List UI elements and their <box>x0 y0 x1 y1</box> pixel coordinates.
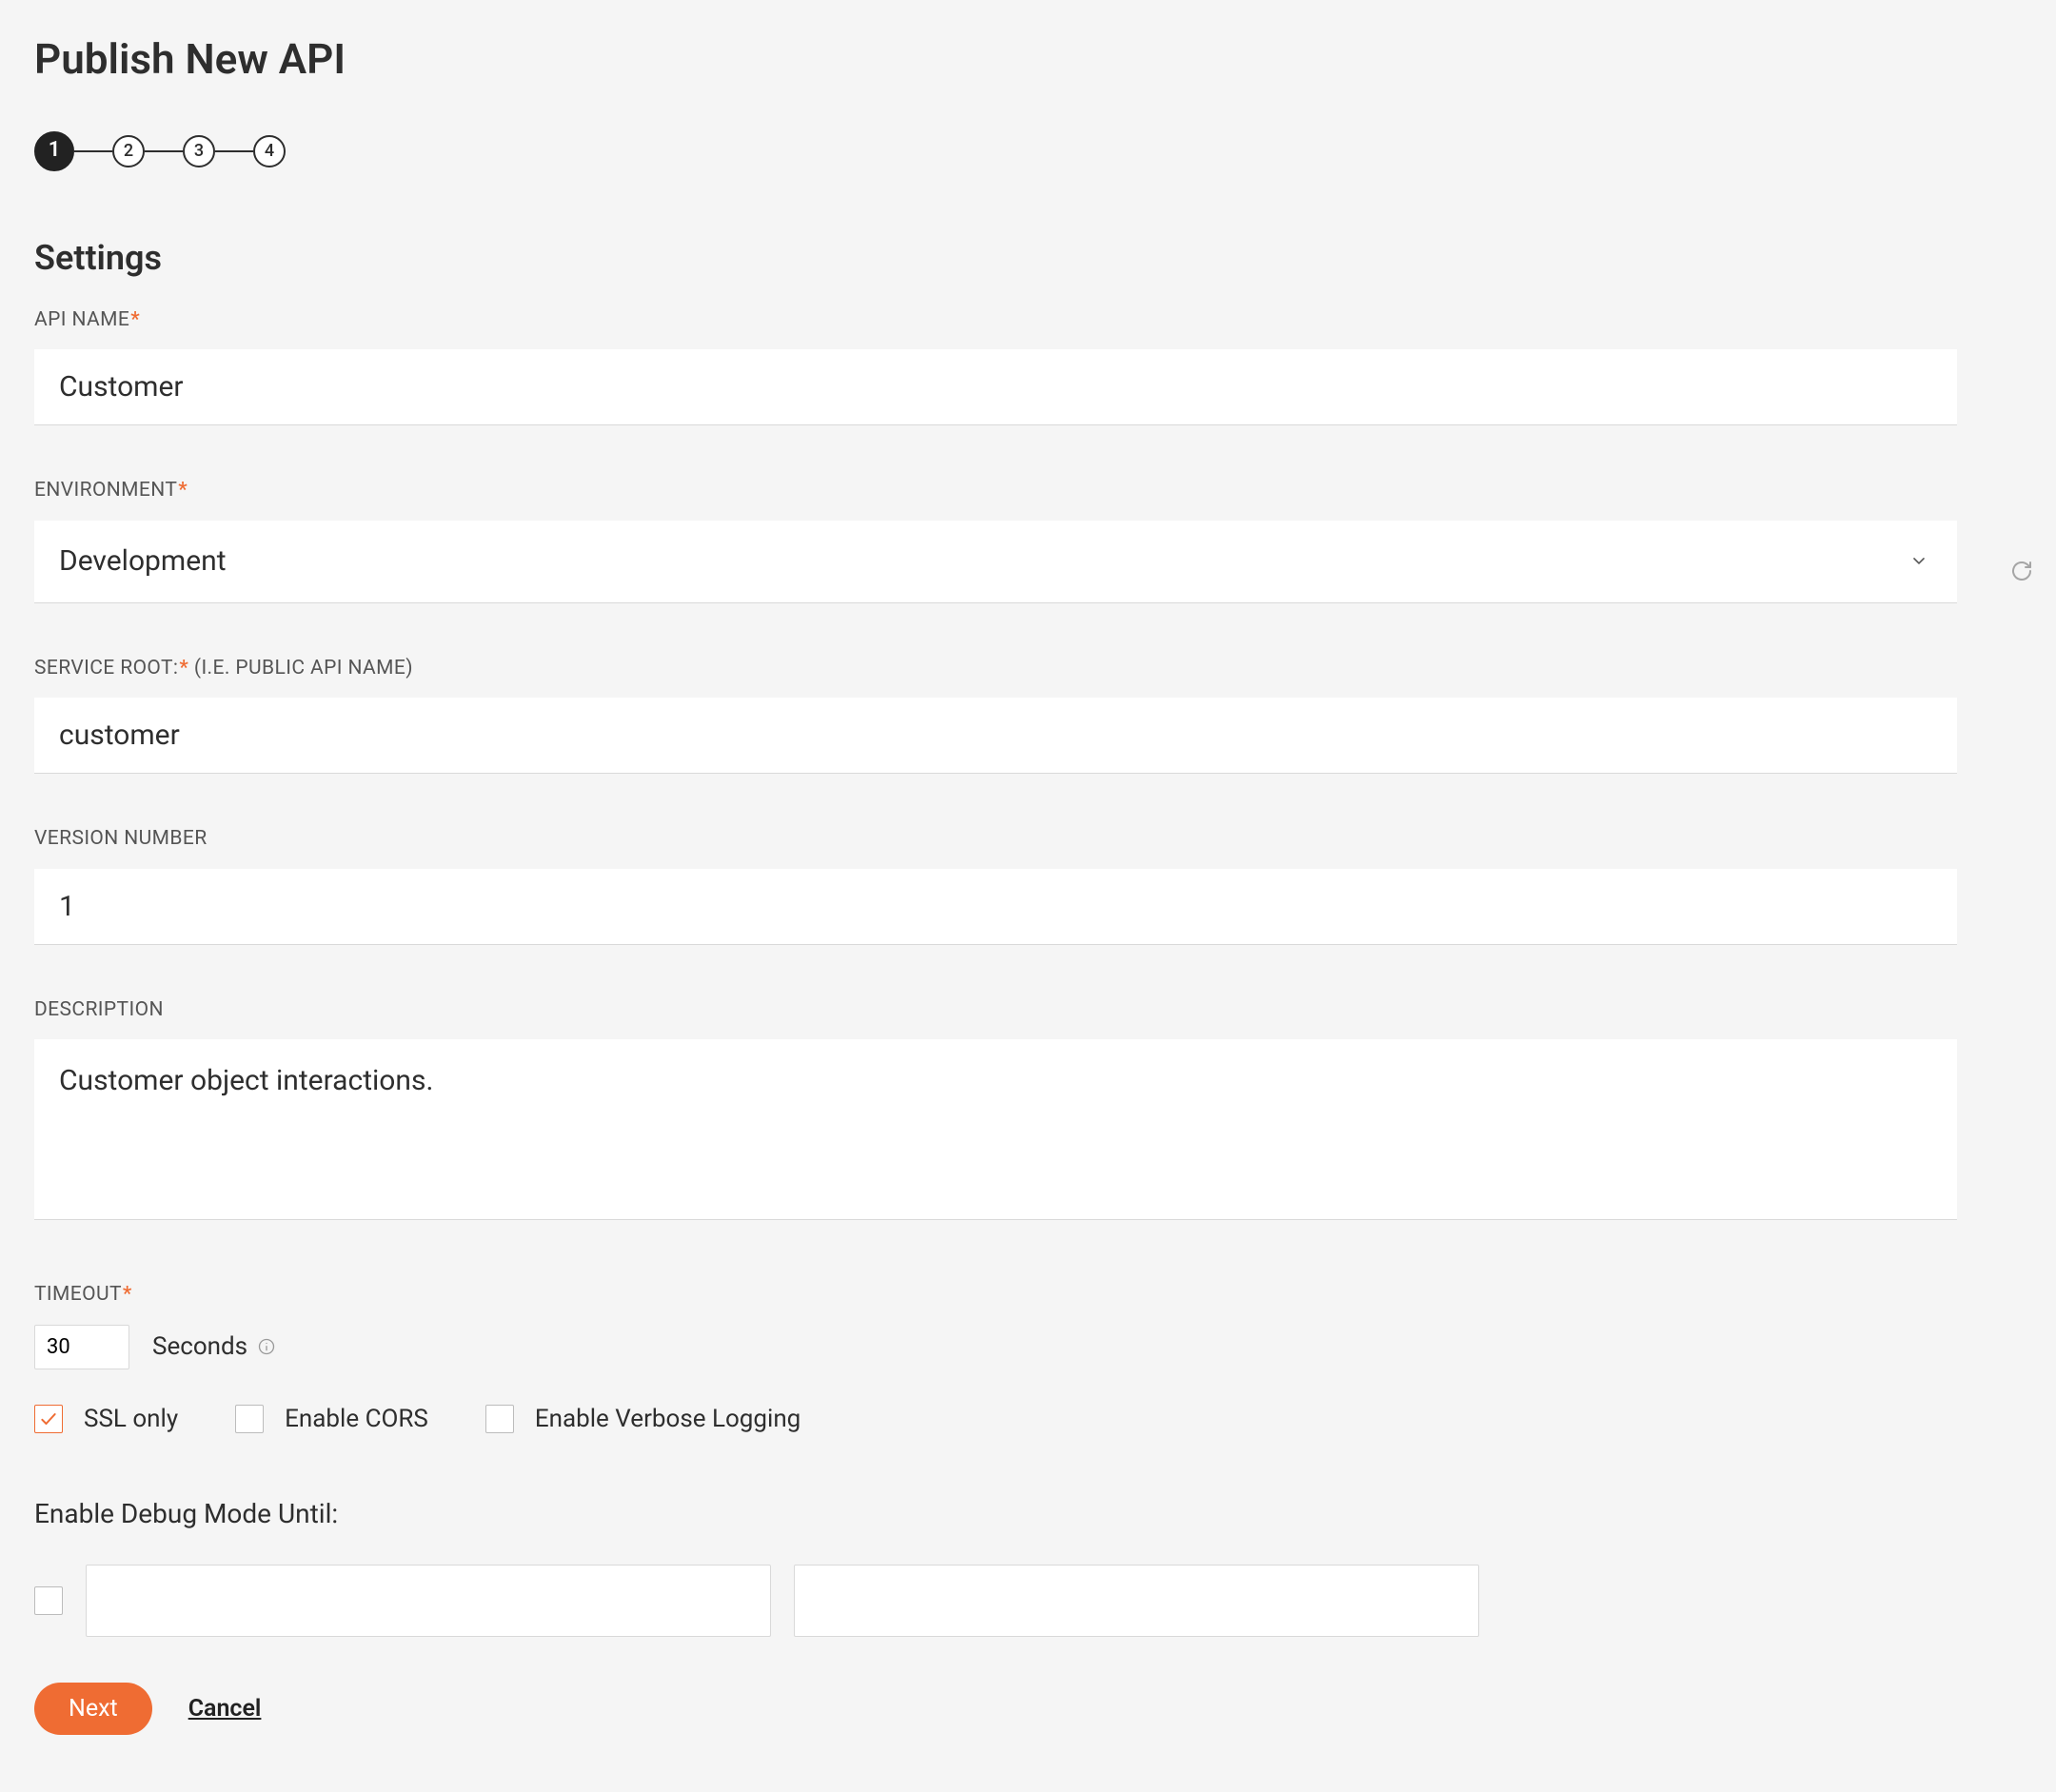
field-api-name: API NAME* <box>34 306 1957 425</box>
environment-select[interactable]: Development <box>34 521 1957 603</box>
timeout-input[interactable] <box>34 1325 129 1369</box>
page-title: Publish New API <box>34 30 2022 89</box>
options-row: SSL only Enable CORS Enable Verbose Logg… <box>34 1402 1957 1436</box>
debug-date-input[interactable] <box>86 1565 771 1637</box>
step-1[interactable]: 1 <box>34 131 74 171</box>
refresh-icon[interactable] <box>2010 555 2033 592</box>
service-root-input[interactable] <box>34 698 1957 774</box>
field-service-root: SERVICE ROOT:* (I.E. PUBLIC API NAME) <box>34 655 1957 774</box>
enable-cors-label: Enable CORS <box>285 1402 428 1436</box>
ssl-only-label: SSL only <box>84 1402 178 1436</box>
environment-label: ENVIRONMENT* <box>34 477 1957 504</box>
debug-mode-checkbox[interactable] <box>34 1586 63 1615</box>
wizard-actions: Next Cancel <box>34 1683 1957 1735</box>
checkbox-icon <box>485 1405 514 1433</box>
debug-time-input[interactable] <box>794 1565 1479 1637</box>
section-heading: Settings <box>34 234 1957 282</box>
step-connector <box>145 150 183 152</box>
checkbox-icon <box>235 1405 264 1433</box>
description-input[interactable]: Customer object interactions. <box>34 1039 1957 1220</box>
enable-cors-checkbox[interactable]: Enable CORS <box>235 1402 428 1436</box>
publish-api-page: Publish New API 1 2 3 4 Settings API NAM… <box>0 0 2056 1792</box>
step-3[interactable]: 3 <box>183 135 215 167</box>
field-description: DESCRIPTION Customer object interactions… <box>34 996 1957 1231</box>
field-version: VERSION NUMBER <box>34 825 1957 944</box>
service-root-label: SERVICE ROOT:* (I.E. PUBLIC API NAME) <box>34 655 1957 682</box>
ssl-only-checkbox[interactable]: SSL only <box>34 1402 178 1436</box>
description-label: DESCRIPTION <box>34 996 1957 1024</box>
enable-verbose-logging-checkbox[interactable]: Enable Verbose Logging <box>485 1402 801 1436</box>
info-icon[interactable] <box>257 1337 276 1356</box>
api-name-input[interactable] <box>34 349 1957 425</box>
cancel-button[interactable]: Cancel <box>188 1695 262 1723</box>
debug-mode-row <box>34 1565 1957 1637</box>
field-environment: ENVIRONMENT* Development <box>34 477 1957 602</box>
api-name-label: API NAME* <box>34 306 1957 334</box>
checkbox-icon <box>34 1405 63 1433</box>
next-button[interactable]: Next <box>34 1683 152 1735</box>
step-indicator: 1 2 3 4 <box>34 131 2022 171</box>
debug-mode-label: Enable Debug Mode Until: <box>34 1495 1957 1532</box>
enable-verbose-logging-label: Enable Verbose Logging <box>535 1402 801 1436</box>
step-2[interactable]: 2 <box>112 135 145 167</box>
timeout-unit: Seconds <box>152 1329 276 1364</box>
step-connector <box>74 150 112 152</box>
step-connector <box>215 150 253 152</box>
field-timeout: TIMEOUT* Seconds <box>34 1281 1957 1369</box>
version-input[interactable] <box>34 869 1957 945</box>
timeout-label: TIMEOUT* <box>34 1281 1957 1309</box>
version-label: VERSION NUMBER <box>34 825 1957 853</box>
step-4[interactable]: 4 <box>253 135 286 167</box>
